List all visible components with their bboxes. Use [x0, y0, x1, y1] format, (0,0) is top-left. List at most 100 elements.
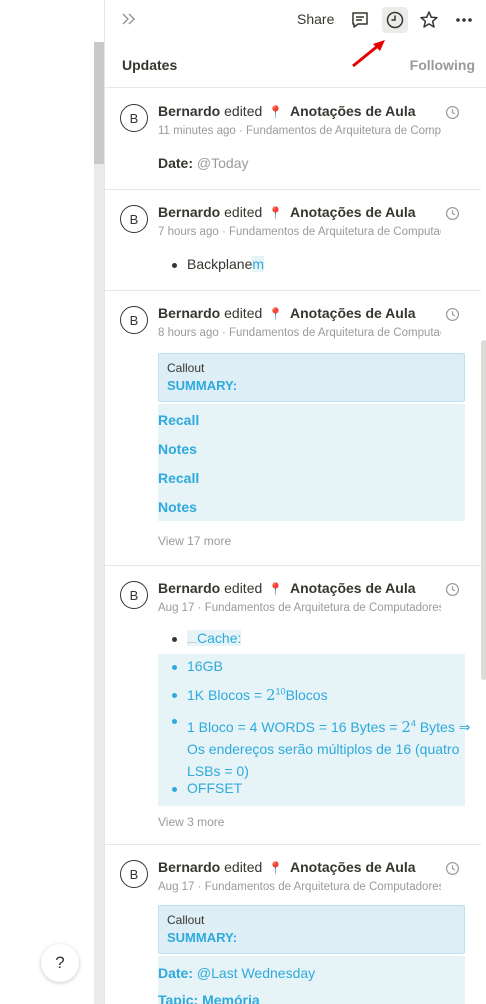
clock-icon — [445, 307, 460, 322]
updates-button[interactable] — [382, 7, 408, 33]
list-item: 16GB — [158, 658, 465, 686]
callout-label: Callout — [167, 913, 205, 927]
tab-updates[interactable]: Updates — [122, 57, 177, 73]
bullet-icon — [172, 665, 177, 670]
update-content: Callout SUMMARY: Date: @Last Wednesday T… — [158, 905, 465, 1004]
callout-block: Callout SUMMARY: — [158, 353, 465, 402]
view-more-link[interactable]: View 17 more — [158, 534, 465, 548]
avatar: B — [120, 860, 148, 888]
list-item: ....Cache: — [158, 630, 465, 654]
update-action: edited — [224, 859, 263, 875]
update-header: Bernardo edited 📍 Anotações de Aula — [158, 305, 416, 321]
favorite-button[interactable] — [416, 7, 442, 33]
comments-button[interactable] — [347, 7, 373, 33]
update-card[interactable]: B Bernardo edited 📍 Anotações de Aula Au… — [105, 845, 481, 1004]
avatar: B — [120, 306, 148, 334]
update-path[interactable]: Fundamentos de Arquitetura de Computador… — [229, 226, 441, 238]
bullet-text: Bytes ⇒ — [415, 718, 471, 735]
update-card[interactable]: B Bernardo edited 📍 Anotações de Aula Au… — [105, 566, 481, 845]
update-action: edited — [224, 305, 263, 321]
updates-panel: Share Updates Following B Bernardo edite… — [104, 0, 486, 1004]
clock-icon — [445, 105, 460, 120]
added-block: Date: @Last Wednesday Tapic: Memória — [158, 956, 465, 1004]
update-content: Date: @Today — [158, 155, 465, 171]
update-action: edited — [224, 580, 263, 596]
update-page-link[interactable]: Anotações de Aula — [290, 305, 416, 321]
bullet-icon — [172, 719, 177, 724]
pin-icon: 📍 — [268, 861, 284, 875]
pin-icon: 📍 — [268, 206, 284, 220]
updates-tabs: Updates Following — [105, 48, 486, 88]
update-card[interactable]: B Bernardo edited 📍 Anotações de Aula 7 … — [105, 190, 481, 291]
update-time: Aug 17 — [158, 602, 195, 614]
update-user: Bernardo — [158, 204, 221, 220]
update-content: ....Cache: 16GB 1K Blocos = 210Blocos 1 … — [158, 630, 470, 829]
callout-label: Callout — [167, 361, 205, 375]
update-time: Aug 17 — [158, 881, 195, 893]
more-button[interactable] — [451, 7, 477, 33]
panel-topbar: Share — [105, 0, 486, 40]
panel-scrollbar[interactable] — [481, 340, 486, 680]
share-button[interactable]: Share — [297, 11, 334, 27]
date-label: Date: — [158, 155, 194, 171]
bullet-text: Blocos — [285, 687, 328, 703]
bullet-icon — [172, 263, 177, 268]
list-item: Backplanem — [158, 256, 465, 272]
pin-icon: 📍 — [268, 105, 284, 119]
math-exponent: 10 — [275, 686, 286, 697]
update-header: Bernardo edited 📍 Anotações de Aula — [158, 580, 416, 596]
update-time: 8 hours ago — [158, 327, 219, 339]
update-page-link[interactable]: Anotações de Aula — [290, 859, 416, 875]
update-meta: 8 hours ago · Fundamentos de Arquitetura… — [158, 327, 441, 339]
update-user: Bernardo — [158, 859, 221, 875]
page-scrollbar-thumb[interactable] — [94, 42, 104, 164]
double-chevron-right-icon[interactable] — [119, 9, 139, 29]
star-icon — [420, 11, 438, 28]
added-block: Recall Notes Recall Notes — [158, 404, 465, 521]
added-line: Notes — [158, 441, 197, 457]
callout-block: Callout SUMMARY: — [158, 905, 465, 954]
update-time: 11 minutes ago — [158, 125, 236, 137]
update-page-link[interactable]: Anotações de Aula — [290, 204, 416, 220]
help-label: ? — [55, 953, 65, 972]
update-card[interactable]: B Bernardo edited 📍 Anotações de Aula 11… — [105, 89, 481, 190]
math-base: 2 — [401, 717, 411, 736]
update-path[interactable]: Fundamentos de Arquitetura de Computador… — [205, 602, 441, 614]
update-page-link[interactable]: Anotações de Aula — [290, 580, 416, 596]
update-path[interactable]: Fundamentos de Arquitetura de Computador… — [229, 327, 441, 339]
update-user: Bernardo — [158, 103, 221, 119]
update-meta: 11 minutes ago · Fundamentos de Arquitet… — [158, 125, 441, 137]
update-meta: Aug 17 · Fundamentos de Arquitetura de C… — [158, 881, 441, 893]
update-content: Callout SUMMARY: Recall Notes Recall Not… — [158, 353, 465, 548]
help-button[interactable]: ? — [41, 944, 79, 982]
update-page-link[interactable]: Anotações de Aula — [290, 103, 416, 119]
date-value: @Today — [196, 155, 249, 171]
update-card[interactable]: B Bernardo edited 📍 Anotações de Aula 8 … — [105, 291, 481, 566]
update-header: Bernardo edited 📍 Anotações de Aula — [158, 103, 416, 119]
update-action: edited — [224, 103, 263, 119]
added-line: Recall — [158, 412, 200, 428]
update-path[interactable]: Fundamentos de Arquitetura de Computador… — [246, 125, 441, 137]
clock-icon — [445, 861, 460, 876]
bullet-text: 16GB — [187, 658, 223, 674]
bullet-text: OFFSET — [187, 780, 243, 796]
cache-prefix: .... — [187, 635, 198, 645]
list-item: 1K Blocos = 210Blocos — [158, 686, 465, 712]
page-scrollbar-track[interactable] — [94, 42, 104, 1004]
update-user: Bernardo — [158, 305, 221, 321]
clock-icon — [386, 11, 404, 29]
update-path[interactable]: Fundamentos de Arquitetura de Computador… — [205, 881, 441, 893]
clock-icon — [445, 206, 460, 221]
added-line: Tapic: Memória — [158, 992, 260, 1004]
pin-icon: 📍 — [268, 307, 284, 321]
view-more-link[interactable]: View 3 more — [158, 815, 465, 829]
bullet-icon — [172, 693, 177, 698]
page-background — [0, 0, 105, 1004]
avatar: B — [120, 104, 148, 132]
date-value: @Last Wednesday — [196, 965, 316, 981]
bullet-text: Backplane — [187, 256, 253, 272]
bullet-text: Os endereços serão múltiplos de 16 (quat… — [187, 740, 460, 757]
tab-following[interactable]: Following — [410, 57, 475, 73]
math-base: 2 — [266, 686, 276, 704]
update-meta: 7 hours ago · Fundamentos de Arquitetura… — [158, 226, 441, 238]
